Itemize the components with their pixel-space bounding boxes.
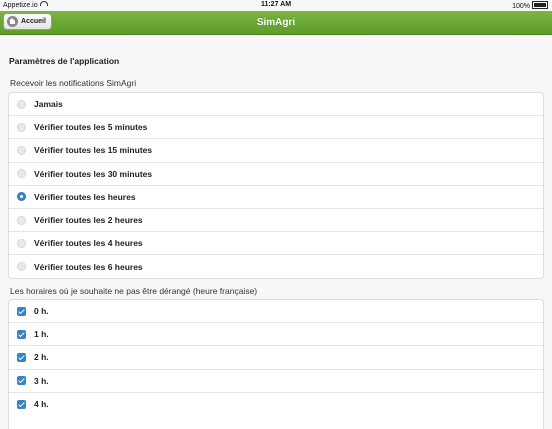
notification-option[interactable]: Vérifier toutes les 15 minutes <box>9 139 543 163</box>
radio-icon[interactable] <box>17 262 26 272</box>
checkbox-checked-icon[interactable] <box>17 306 26 316</box>
section-title: Paramètres de l'application <box>9 56 120 66</box>
checkbox-checked-icon[interactable] <box>17 352 26 362</box>
notification-option-label: Vérifier toutes les 4 heures <box>34 238 143 249</box>
notification-option[interactable]: Vérifier toutes les heures <box>9 186 543 209</box>
notification-option-label: Vérifier toutes les heures <box>34 191 136 202</box>
checkbox-checked-icon[interactable] <box>17 399 26 409</box>
quiet-hour-item[interactable]: 0 h. <box>9 300 543 324</box>
quiet-hour-item[interactable]: 1 h. <box>9 323 543 347</box>
notification-option-label: Vérifier toutes les 6 heures <box>34 261 143 272</box>
quiet-hour-item[interactable]: 2 h. <box>9 346 543 370</box>
radio-icon[interactable] <box>17 238 26 248</box>
quiet-hour-label: 4 h. <box>34 399 49 410</box>
notifications-label: Recevoir les notifications SimAgri <box>10 78 137 88</box>
quiet-hour-label: 0 h. <box>34 306 49 317</box>
radio-icon[interactable] <box>17 122 26 132</box>
page-title: SimAgri <box>256 17 296 28</box>
notification-options-list: Jamais Vérifier toutes les 5 minutes Vérif… <box>8 92 544 279</box>
battery-icon <box>532 1 548 9</box>
notification-option-label: Vérifier toutes les 15 minutes <box>34 145 153 156</box>
checkbox-checked-icon[interactable] <box>17 329 26 339</box>
notification-option[interactable]: Vérifier toutes les 2 heures <box>9 209 543 233</box>
clock: 11:27 AM <box>260 1 292 8</box>
quiet-hour-item[interactable]: 3 h. <box>9 370 543 393</box>
notification-option-label: Jamais <box>34 99 63 110</box>
battery-percent: 100% <box>512 3 530 10</box>
notification-option[interactable]: Vérifier toutes les 6 heures <box>9 255 543 278</box>
notification-option-label: Vérifier toutes les 30 minutes <box>34 168 153 179</box>
radio-icon[interactable] <box>17 145 26 155</box>
checkbox-checked-icon[interactable] <box>17 376 26 386</box>
battery-indicator: 100% <box>512 1 548 10</box>
notification-option-label: Vérifier toutes les 5 minutes <box>34 122 148 133</box>
radio-selected-icon[interactable] <box>17 192 26 202</box>
status-bar: Appetize.io 11:27 AM 100% <box>0 0 552 11</box>
quiet-hours-label: Les horaires où je souhaite ne pas être … <box>10 286 258 296</box>
notification-option[interactable]: Vérifier toutes les 4 heures <box>9 232 543 256</box>
radio-icon[interactable] <box>17 169 26 179</box>
quiet-hour-label: 3 h. <box>34 375 49 386</box>
quiet-hour-item[interactable]: 4 h. <box>9 393 543 416</box>
notification-option[interactable]: Vérifier toutes les 30 minutes <box>9 163 543 186</box>
quiet-hour-label: 1 h. <box>34 329 49 340</box>
radio-icon[interactable] <box>17 99 26 109</box>
radio-icon[interactable] <box>17 215 26 225</box>
notification-option-label: Vérifier toutes les 2 heures <box>34 215 143 226</box>
quiet-hours-list: 0 h. 1 h. 2 h. 3 h. 4 h. <box>8 299 544 429</box>
nav-bar: Accueil SimAgri <box>0 11 552 35</box>
notification-option[interactable]: Jamais <box>9 93 543 117</box>
quiet-hour-label: 2 h. <box>34 352 49 363</box>
notification-option[interactable]: Vérifier toutes les 5 minutes <box>9 116 543 140</box>
